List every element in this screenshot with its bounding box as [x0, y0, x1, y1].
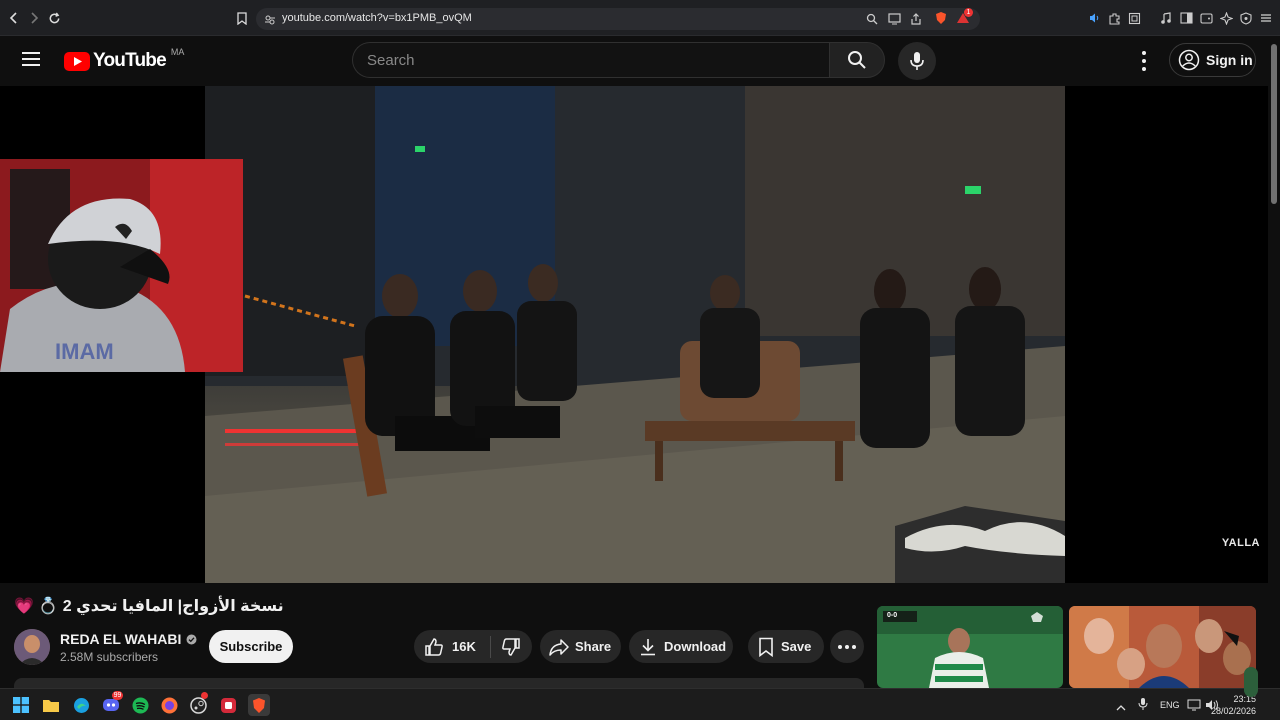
network-icon[interactable] — [1187, 698, 1201, 716]
edge-icon[interactable] — [72, 696, 90, 714]
site-info-icon[interactable] — [264, 13, 276, 25]
share-page-icon[interactable] — [910, 12, 922, 30]
wallet-icon[interactable] — [1198, 10, 1214, 26]
browser-toolbar: youtube.com/watch?v=bx1PMB_ovQM 1 — [0, 0, 1280, 36]
video-player[interactable]: IMAM YALLA — [0, 86, 1268, 583]
tray-app-icon[interactable] — [1244, 667, 1258, 697]
screenshot-icon[interactable] — [1126, 10, 1142, 26]
share-label: Share — [575, 639, 612, 654]
discord-icon[interactable]: 99 — [102, 691, 123, 714]
download-icon — [641, 638, 655, 655]
media-control-icon[interactable] — [1158, 10, 1174, 26]
notification-badge: 1 — [964, 8, 973, 17]
steam-icon[interactable] — [189, 692, 208, 714]
audio-playing-icon[interactable] — [1086, 10, 1102, 26]
search-icon — [848, 51, 866, 69]
youtube-logo-text: YouTube — [93, 50, 167, 71]
windows-start-icon[interactable] — [12, 696, 30, 714]
bookmark-icon[interactable] — [234, 10, 250, 26]
sign-in-label: Sign in — [1206, 52, 1253, 68]
menu-icon[interactable] — [1258, 10, 1274, 26]
like-button[interactable]: 16K — [414, 630, 490, 663]
dislike-button[interactable] — [491, 630, 531, 663]
more-actions-button[interactable] — [830, 630, 864, 663]
file-explorer-icon[interactable] — [42, 696, 60, 714]
search-box[interactable] — [352, 42, 830, 78]
language-indicator[interactable]: ENG — [1160, 700, 1180, 710]
forward-icon[interactable] — [26, 10, 42, 26]
thumbs-up-icon — [425, 637, 443, 656]
windows-taskbar: 99 ENG 23:15 28/02/2026 — [0, 667, 1280, 720]
show-hidden-icons[interactable] — [1116, 699, 1126, 717]
save-label: Save — [781, 639, 812, 654]
more-dots-icon — [838, 644, 842, 649]
svg-text:IMAM: IMAM — [55, 339, 114, 364]
thumbs-down-icon — [502, 637, 520, 656]
recommended-video-thumbnail[interactable]: 0-0 — [877, 606, 1063, 688]
share-button[interactable]: Share — [540, 630, 621, 663]
football-match-image — [877, 606, 1063, 688]
recommended-video-thumbnail[interactable] — [1069, 606, 1256, 688]
save-button[interactable]: Save — [748, 630, 824, 663]
youtube-play-logo-icon — [64, 51, 90, 71]
youtube-logo[interactable]: YouTube MA — [64, 47, 185, 72]
region-code: MA — [170, 47, 185, 57]
search-input[interactable] — [367, 43, 817, 77]
leo-ai-icon[interactable] — [1218, 10, 1234, 26]
subscriber-count: 2.58M subscribers — [60, 650, 159, 664]
video-watermark: YALLA — [1221, 537, 1260, 549]
video-title: 💗 💍 2 نسخة الأزواج| المافيا تحدي — [14, 598, 284, 615]
red-app-icon[interactable] — [219, 696, 237, 714]
discord-badge: 99 — [112, 691, 123, 700]
like-count: 16K — [452, 639, 476, 654]
streamer-webcam-overlay: IMAM — [0, 159, 243, 372]
share-icon — [549, 638, 569, 656]
more-options-icon[interactable] — [1138, 51, 1150, 71]
download-button[interactable]: Download — [629, 630, 733, 663]
vpn-icon[interactable] — [1238, 10, 1254, 26]
verified-check-icon — [186, 634, 197, 644]
brave-shield-icon[interactable] — [934, 11, 948, 25]
microphone-tray-icon[interactable] — [1138, 697, 1148, 716]
video-frame[interactable] — [205, 86, 1065, 583]
streamer-image: IMAM — [0, 159, 243, 372]
scrollbar-thumb[interactable] — [1271, 44, 1277, 204]
extensions-icon[interactable] — [1106, 10, 1122, 26]
reaction-faces-image — [1069, 606, 1256, 688]
cast-icon[interactable] — [888, 12, 901, 30]
spotify-icon[interactable] — [131, 696, 149, 714]
microphone-icon — [910, 52, 924, 70]
sign-in-button[interactable]: Sign in — [1169, 43, 1256, 77]
firefox-icon[interactable] — [160, 696, 178, 714]
youtube-header: YouTube MA Sign in — [0, 36, 1280, 86]
search-button[interactable] — [829, 42, 885, 78]
brave-browser-icon[interactable] — [248, 694, 270, 716]
channel-name[interactable]: REDA EL WAHABI — [60, 631, 197, 647]
channel-avatar[interactable] — [14, 629, 50, 665]
like-dislike-group: 16K — [414, 630, 532, 663]
address-bar[interactable]: youtube.com/watch?v=bx1PMB_ovQM 1 — [256, 8, 980, 30]
video-scene-image — [205, 86, 1065, 583]
subscribe-button[interactable]: Subscribe — [209, 630, 293, 663]
back-icon[interactable] — [6, 10, 22, 26]
hamburger-menu-icon[interactable] — [22, 51, 42, 69]
download-label: Download — [664, 639, 727, 654]
reload-icon[interactable] — [46, 10, 62, 26]
sidebar-icon[interactable] — [1178, 10, 1194, 26]
save-bookmark-icon — [759, 637, 773, 657]
clock-date: 28/02/2026 — [1210, 706, 1256, 716]
brave-rewards-icon[interactable]: 1 — [956, 8, 973, 25]
page-scrollbar[interactable] — [1268, 36, 1280, 688]
zoom-icon[interactable] — [866, 12, 878, 30]
channel-name-text[interactable]: REDA EL WAHABI — [60, 631, 181, 647]
voice-search-button[interactable] — [898, 42, 936, 80]
url-text[interactable]: youtube.com/watch?v=bx1PMB_ovQM — [282, 12, 472, 24]
account-icon — [1178, 49, 1200, 71]
match-score: 0-0 — [887, 612, 898, 619]
